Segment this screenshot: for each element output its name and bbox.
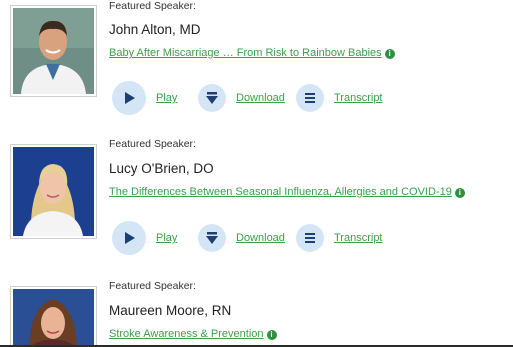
transcript-icon[interactable] — [296, 84, 324, 112]
info-icon[interactable]: i — [266, 330, 277, 340]
play-icon[interactable] — [112, 221, 146, 255]
download-button[interactable]: Download — [198, 81, 285, 115]
speaker-name: Maureen Moore, RN — [109, 303, 232, 318]
transcript-label[interactable]: Transcript — [334, 92, 383, 104]
featured-speaker-label: Featured Speaker: — [109, 0, 196, 12]
speaker-name: Lucy O'Brien, DO — [109, 161, 214, 176]
featured-speaker-label: Featured Speaker: — [109, 280, 196, 292]
info-icon[interactable]: i — [454, 188, 465, 198]
download-button[interactable]: Download — [198, 221, 285, 255]
speaker-card: Featured Speaker: Lucy O'Brien, DO The D… — [0, 138, 513, 258]
info-icon[interactable]: i — [384, 49, 395, 59]
talk-title-link[interactable]: The Differences Between Seasonal Influen… — [109, 186, 465, 198]
talk-title[interactable]: The Differences Between Seasonal Influen… — [109, 186, 452, 198]
play-button[interactable]: Play — [112, 81, 177, 115]
download-label[interactable]: Download — [236, 92, 285, 104]
speaker-card: Featured Speaker: John Alton, MD Baby Af… — [0, 0, 513, 120]
speaker-card: Featured Speaker: Maureen Moore, RN Stro… — [0, 280, 513, 347]
transcript-button[interactable]: Transcript — [296, 221, 383, 255]
transcript-icon[interactable] — [296, 224, 324, 252]
featured-speaker-label: Featured Speaker: — [109, 138, 196, 150]
play-icon[interactable] — [112, 81, 146, 115]
play-button[interactable]: Play — [112, 221, 177, 255]
speaker-photo — [10, 5, 97, 97]
speaker-name: John Alton, MD — [109, 22, 201, 37]
talk-title[interactable]: Baby After Miscarriage … From Risk to Ra… — [109, 47, 382, 59]
talk-title[interactable]: Stroke Awareness & Prevention — [109, 328, 264, 340]
talk-title-link[interactable]: Baby After Miscarriage … From Risk to Ra… — [109, 47, 395, 59]
speaker-photo — [10, 144, 97, 239]
transcript-label[interactable]: Transcript — [334, 232, 383, 244]
download-icon[interactable] — [198, 224, 226, 252]
transcript-button[interactable]: Transcript — [296, 81, 383, 115]
download-label[interactable]: Download — [236, 232, 285, 244]
download-icon[interactable] — [198, 84, 226, 112]
speaker-photo — [10, 286, 97, 347]
play-label[interactable]: Play — [156, 92, 177, 104]
speaker-list: Featured Speaker: John Alton, MD Baby Af… — [0, 0, 513, 347]
talk-title-link[interactable]: Stroke Awareness & Prevention i — [109, 328, 277, 340]
play-label[interactable]: Play — [156, 232, 177, 244]
